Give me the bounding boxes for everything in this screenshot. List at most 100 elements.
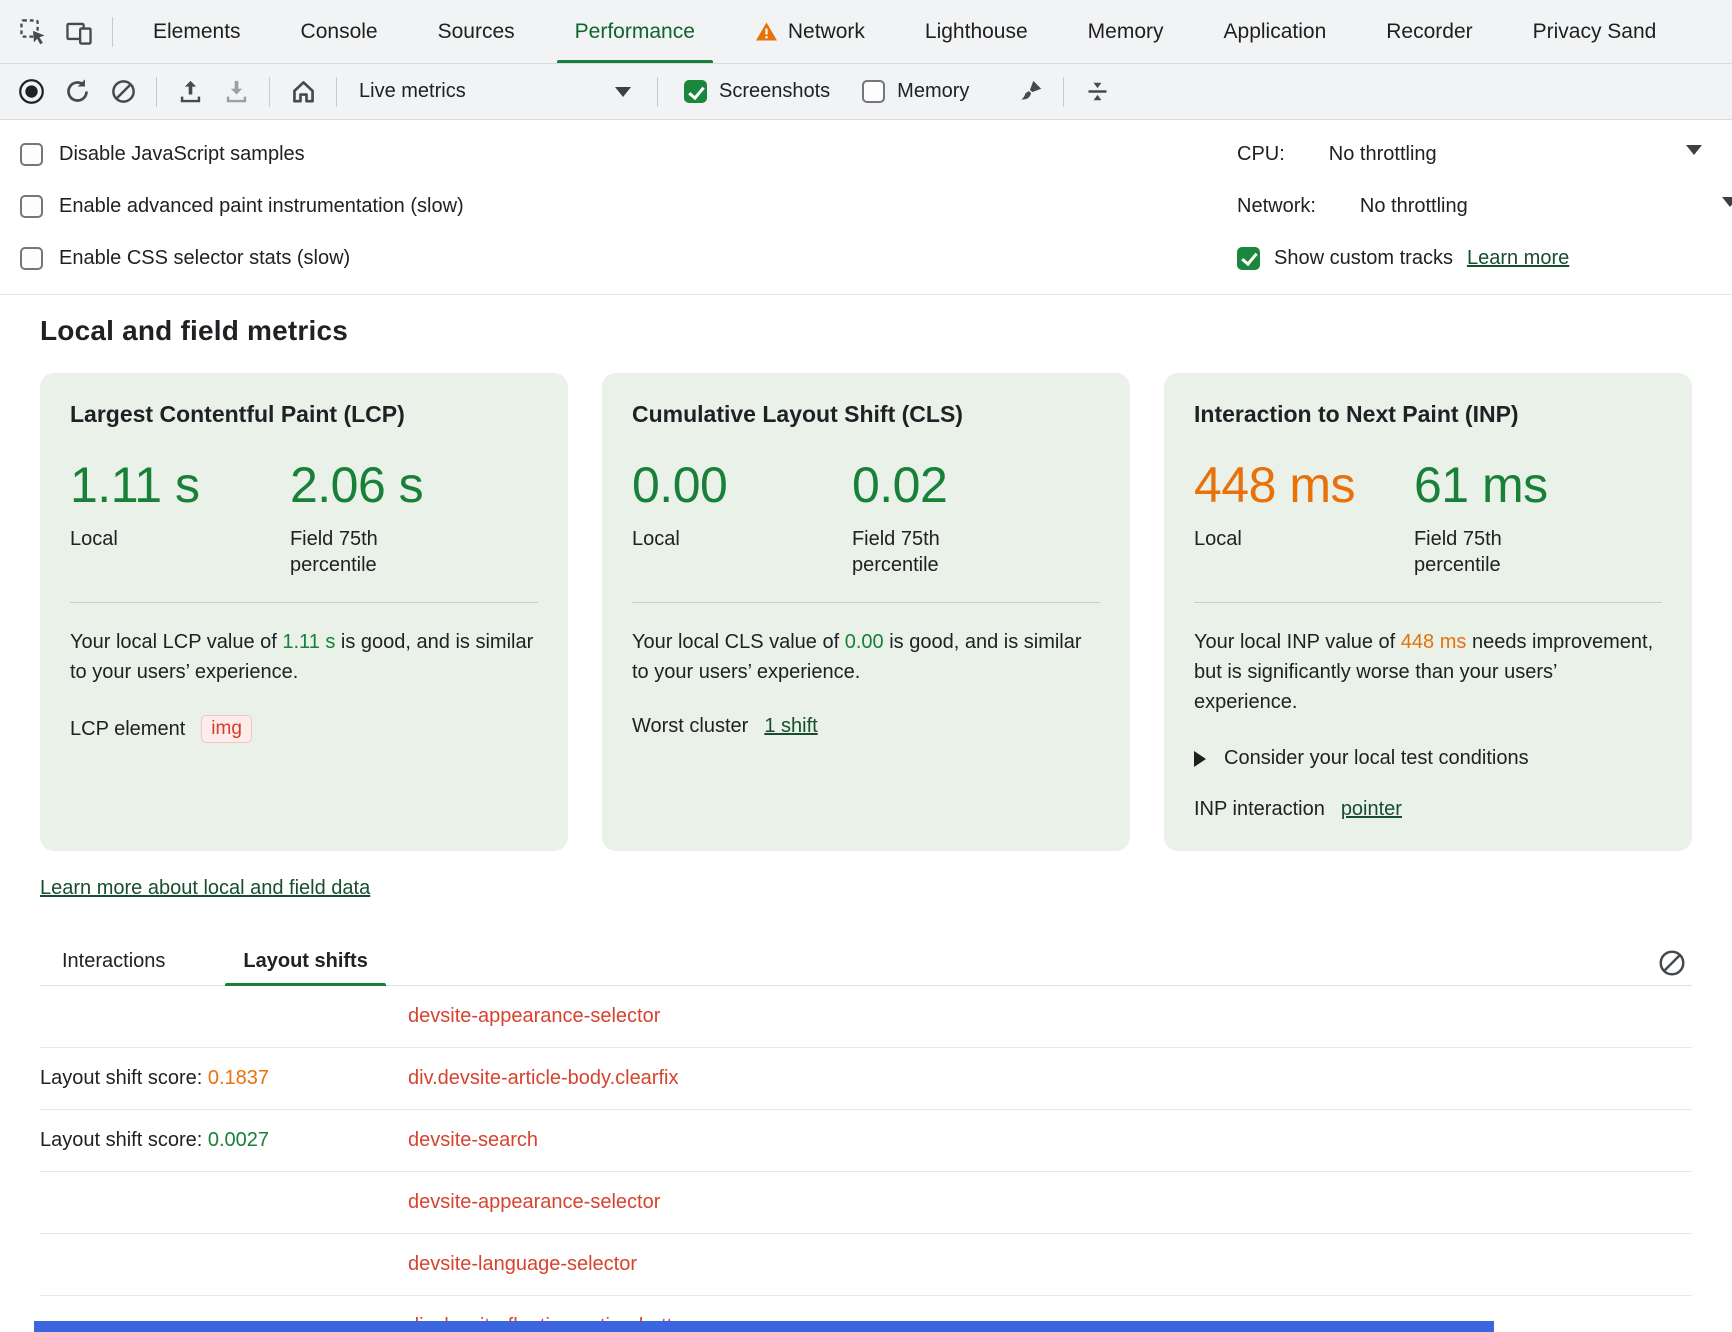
tab-label: Interactions — [62, 950, 165, 972]
screenshots-checkbox[interactable]: Screenshots — [668, 80, 846, 103]
inspect-element-button[interactable] — [10, 9, 56, 55]
capture-settings: Disable JavaScript samples Enable advanc… — [0, 120, 1732, 295]
tab-layout-shifts[interactable]: Layout shifts — [221, 940, 389, 985]
live-metrics-log: Interactions Layout shifts devsite-appea… — [40, 940, 1692, 1332]
cpu-throttling-select[interactable]: CPU: No throttling — [1237, 128, 1732, 180]
cls-field-value: 0.02 — [852, 456, 1100, 514]
custom-tracks-learn-more-link[interactable]: Learn more — [1467, 247, 1569, 270]
collect-garbage-button[interactable] — [1007, 69, 1053, 115]
record-button[interactable] — [8, 69, 54, 115]
live-metrics-view: Local and field metrics Largest Contentf… — [0, 315, 1732, 1332]
tab-privacy-sandbox[interactable]: Privacy Sand — [1503, 0, 1687, 63]
checkbox-checked-icon[interactable] — [1237, 247, 1260, 270]
local-label: Local — [70, 526, 290, 552]
cls-description: Your local CLS value of 0.00 is good, an… — [632, 627, 1100, 687]
separator — [336, 77, 337, 107]
local-label: Local — [1194, 526, 1414, 552]
clear-log-button[interactable] — [1652, 943, 1692, 983]
tab-label: Layout shifts — [243, 950, 367, 972]
checkbox-unchecked-icon — [20, 195, 43, 218]
tab-memory[interactable]: Memory — [1058, 0, 1194, 63]
network-throttling-select[interactable]: Network: No throttling — [1237, 180, 1732, 232]
tab-application[interactable]: Application — [1194, 0, 1357, 63]
tab-sources[interactable]: Sources — [408, 0, 545, 63]
checkbox-unchecked-icon — [20, 143, 43, 166]
local-field-learn-more-link[interactable]: Learn more about local and field data — [40, 877, 370, 900]
gc-icon — [1017, 78, 1044, 105]
record-icon — [18, 78, 45, 105]
tab-recorder[interactable]: Recorder — [1356, 0, 1502, 63]
separator — [269, 77, 270, 107]
node-link[interactable]: div.devsite-article-body.clearfix — [408, 1067, 678, 1090]
card-title: Largest Contentful Paint (LCP) — [70, 401, 538, 428]
disable-js-samples-label: Disable JavaScript samples — [59, 143, 305, 166]
clear-icon — [110, 78, 137, 105]
log-tabs: Interactions Layout shifts — [40, 940, 1692, 986]
clear-button[interactable] — [100, 69, 146, 115]
load-profile-button[interactable] — [167, 69, 213, 115]
disclosure-triangle-icon — [1194, 751, 1206, 767]
inp-card: Interaction to Next Paint (INP) 448 ms L… — [1164, 373, 1692, 851]
worst-cluster-label: Worst cluster — [632, 715, 748, 738]
tab-interactions[interactable]: Interactions — [40, 940, 187, 985]
disclosure-label: Consider your local test conditions — [1224, 747, 1529, 770]
lcp-element-node-link[interactable]: img — [201, 715, 252, 743]
show-custom-tracks-row: Show custom tracks Learn more — [1237, 232, 1732, 284]
history-dropdown[interactable]: Live metrics — [347, 72, 647, 112]
save-profile-button[interactable] — [213, 69, 259, 115]
tab-label: Console — [301, 20, 378, 44]
inp-interaction-link[interactable]: pointer — [1341, 798, 1402, 821]
tab-elements[interactable]: Elements — [123, 0, 271, 63]
screenshots-label: Screenshots — [719, 80, 830, 103]
page-title: Local and field metrics — [40, 315, 1692, 347]
tab-network[interactable]: Network — [725, 0, 895, 63]
device-toolbar-button[interactable] — [56, 9, 102, 55]
layout-shift-row: Layout shift score: 0.1837 div.devsite-a… — [40, 1048, 1692, 1110]
node-link[interactable]: devsite-search — [408, 1129, 538, 1152]
network-label: Network: — [1237, 195, 1316, 218]
lcp-local-value: 1.11 s — [70, 456, 290, 514]
layout-shift-row: devsite-appearance-selector — [40, 986, 1692, 1048]
network-throttling-value: No throttling — [1360, 195, 1468, 218]
divider — [632, 602, 1100, 603]
node-link[interactable]: devsite-language-selector — [408, 1253, 637, 1276]
card-title: Cumulative Layout Shift (CLS) — [632, 401, 1100, 428]
performance-toolbar: Live metrics Screenshots Memory — [0, 64, 1732, 120]
tab-label: Sources — [438, 20, 515, 44]
lcp-field-value: 2.06 s — [290, 456, 538, 514]
tab-console[interactable]: Console — [271, 0, 408, 63]
card-title: Interaction to Next Paint (INP) — [1194, 401, 1662, 428]
live-metrics-home-button[interactable] — [280, 69, 326, 115]
local-label: Local — [632, 526, 852, 552]
memory-label: Memory — [897, 80, 969, 103]
memory-checkbox[interactable]: Memory — [846, 80, 985, 103]
divider — [70, 602, 538, 603]
home-icon — [289, 77, 318, 106]
score-value: 0.0027 — [208, 1129, 269, 1151]
device-toolbar-icon — [64, 17, 94, 47]
bottom-blue-bar — [34, 1321, 1494, 1332]
score-label: Layout shift score: — [40, 1129, 208, 1151]
worst-cluster-link[interactable]: 1 shift — [764, 715, 817, 738]
record-and-reload-button[interactable] — [54, 69, 100, 115]
advanced-paint-label: Enable advanced paint instrumentation (s… — [59, 195, 464, 218]
layout-shift-row: devsite-appearance-selector — [40, 1172, 1692, 1234]
consider-local-test-conditions-toggle[interactable]: Consider your local test conditions — [1194, 747, 1662, 770]
separator — [1063, 77, 1064, 107]
score-cell: Layout shift score: 0.1837 — [40, 1067, 408, 1090]
devtools-performance-panel: Elements Console Sources Performance Net… — [0, 0, 1732, 1332]
tab-performance[interactable]: Performance — [545, 0, 725, 63]
history-dropdown-value: Live metrics — [359, 80, 466, 103]
field-label: Field 75th percentile — [1414, 526, 1574, 578]
checkbox-unchecked-icon — [862, 80, 885, 103]
css-selector-stats-label: Enable CSS selector stats (slow) — [59, 247, 350, 270]
tab-lighthouse[interactable]: Lighthouse — [895, 0, 1058, 63]
node-link[interactable]: devsite-appearance-selector — [408, 1191, 660, 1214]
inp-field-value: 61 ms — [1414, 456, 1662, 514]
field-label: Field 75th percentile — [852, 526, 1012, 578]
inspect-icon — [18, 17, 48, 47]
separator — [156, 77, 157, 107]
node-link[interactable]: devsite-appearance-selector — [408, 1005, 660, 1028]
shortcuts-dialog-button[interactable] — [1074, 69, 1120, 115]
inp-interaction-label: INP interaction — [1194, 798, 1325, 821]
